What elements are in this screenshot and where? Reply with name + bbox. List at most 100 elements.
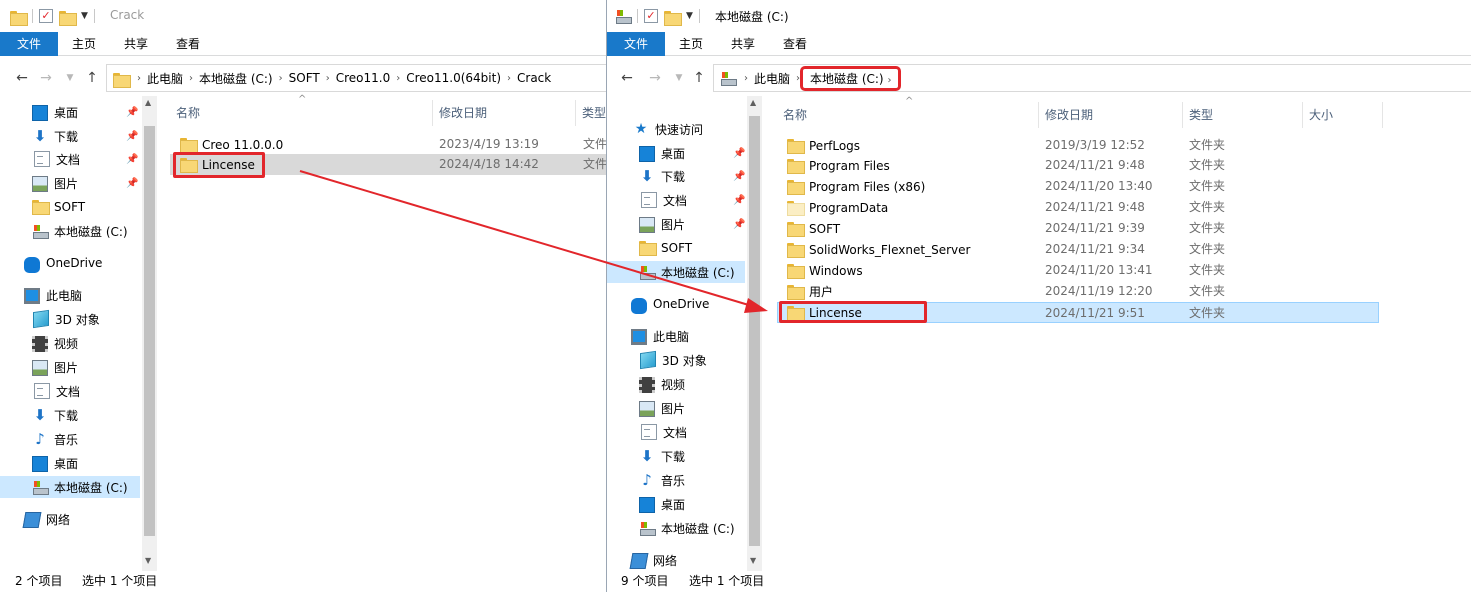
- back-arrow-icon[interactable]: ←: [619, 70, 635, 86]
- file-row[interactable]: 用户 2024/11/19 12:20 文件夹: [777, 281, 1379, 302]
- nav-scrollbar[interactable]: ▲ ▼: [142, 96, 157, 571]
- file-row-selected[interactable]: Lincense 2024/11/21 9:51 文件夹: [777, 302, 1379, 323]
- pin-icon[interactable]: 📌: [733, 148, 745, 159]
- nav-item-pictures[interactable]: 图片 📌: [639, 213, 745, 235]
- chevron-down-icon[interactable]: ▼: [686, 11, 693, 21]
- scroll-down-icon[interactable]: ▼: [145, 556, 151, 565]
- up-arrow-icon[interactable]: ↑: [84, 70, 100, 86]
- nav-item-soft[interactable]: SOFT: [639, 237, 692, 259]
- column-name[interactable]: 名称: [170, 100, 433, 126]
- nav-item-quick-access[interactable]: ★ 快速访问: [633, 118, 703, 140]
- nav-item-local-disk[interactable]: 本地磁盘 (C:): [32, 220, 128, 242]
- nav-item-documents[interactable]: 文档: [639, 421, 687, 443]
- file-row[interactable]: Program Files (x86) 2024/11/20 13:40 文件夹: [777, 176, 1379, 197]
- nav-scrollbar[interactable]: ▲ ▼: [747, 96, 762, 571]
- scroll-up-icon[interactable]: ▲: [145, 98, 151, 107]
- nav-item-documents[interactable]: 文档 📌: [32, 148, 140, 170]
- nav-item-videos[interactable]: 视频: [639, 373, 685, 395]
- nav-item-pictures[interactable]: 图片: [32, 356, 78, 378]
- scroll-up-icon[interactable]: ▲: [750, 98, 756, 107]
- tab-view[interactable]: 查看: [162, 32, 214, 56]
- nav-item-desktop[interactable]: 桌面 📌: [639, 142, 745, 164]
- nav-item-3d-objects[interactable]: 3D 对象: [639, 349, 707, 371]
- nav-item-network[interactable]: 网络: [22, 508, 70, 530]
- scrollbar-thumb[interactable]: [144, 126, 155, 536]
- column-type[interactable]: 类型: [1183, 102, 1303, 128]
- file-row[interactable]: Program Files 2024/11/21 9:48 文件夹: [777, 155, 1379, 176]
- nav-item-music[interactable]: ♪ 音乐: [32, 428, 78, 450]
- nav-item-network[interactable]: 网络: [629, 549, 677, 571]
- file-row[interactable]: Windows 2024/11/20 13:41 文件夹: [777, 260, 1379, 281]
- column-date[interactable]: 修改日期: [433, 100, 576, 126]
- pin-icon[interactable]: 📌: [126, 154, 138, 165]
- nav-item-downloads[interactable]: ⬇ 下载: [32, 404, 78, 426]
- pin-icon[interactable]: 📌: [126, 131, 138, 142]
- scrollbar-thumb[interactable]: [749, 116, 760, 546]
- new-folder-icon[interactable]: [664, 10, 682, 26]
- nav-item-documents[interactable]: 文档: [32, 380, 80, 402]
- tab-file[interactable]: 文件: [0, 32, 58, 56]
- file-row[interactable]: Creo 11.0.0.0 2023/4/19 13:19 文件: [170, 134, 606, 155]
- tab-share[interactable]: 共享: [717, 32, 769, 56]
- tab-file[interactable]: 文件: [607, 32, 665, 56]
- scroll-down-icon[interactable]: ▼: [750, 556, 756, 565]
- column-name[interactable]: 名称: [777, 102, 1039, 128]
- nav-item-3d-objects[interactable]: 3D 对象: [32, 308, 100, 330]
- nav-item-pictures[interactable]: 图片 📌: [32, 172, 140, 194]
- nav-item-this-pc[interactable]: 此电脑: [24, 284, 82, 306]
- properties-icon[interactable]: ✓: [39, 9, 53, 23]
- nav-item-local-disk-selected[interactable]: 本地磁盘 (C:): [0, 476, 140, 498]
- file-row[interactable]: SolidWorks_Flexnet_Server 2024/11/21 9:34…: [777, 239, 1379, 260]
- nav-item-videos[interactable]: 视频: [32, 332, 78, 354]
- breadcrumb-crack[interactable]: Crack: [511, 71, 557, 85]
- chevron-down-icon[interactable]: ▼: [81, 11, 88, 21]
- column-date[interactable]: 修改日期: [1039, 102, 1183, 128]
- back-arrow-icon[interactable]: ←: [14, 70, 30, 86]
- file-row-selected[interactable]: Lincense 2024/4/18 14:42 文件: [170, 154, 606, 175]
- recent-locations-chevron-icon[interactable]: ▼: [671, 70, 687, 86]
- nav-item-soft[interactable]: SOFT: [32, 196, 85, 218]
- pin-icon[interactable]: 📌: [126, 107, 138, 118]
- recent-locations-chevron-icon[interactable]: ▼: [62, 70, 78, 86]
- address-bar[interactable]: › 此电脑 › 本地磁盘 (C:) ›: [713, 64, 1471, 92]
- file-row[interactable]: PerfLogs 2019/3/19 12:52 文件夹: [777, 135, 1379, 156]
- new-folder-icon[interactable]: [59, 10, 77, 26]
- nav-item-desktop[interactable]: 桌面 📌: [32, 101, 140, 123]
- nav-item-this-pc[interactable]: 此电脑: [631, 325, 689, 347]
- nav-item-desktop[interactable]: 桌面: [639, 493, 685, 515]
- breadcrumb-creo11-64bit[interactable]: Creo11.0(64bit): [400, 71, 507, 85]
- file-row[interactable]: ProgramData 2024/11/21 9:48 文件夹: [777, 197, 1379, 218]
- nav-item-documents[interactable]: 文档 📌: [639, 189, 745, 211]
- properties-icon[interactable]: ✓: [644, 9, 658, 23]
- pin-icon[interactable]: 📌: [733, 219, 745, 230]
- breadcrumb-this-pc[interactable]: 此电脑: [141, 70, 189, 87]
- breadcrumb-local-disk[interactable]: 本地磁盘 (C:) ›: [799, 65, 902, 91]
- nav-item-pictures[interactable]: 图片: [639, 397, 685, 419]
- pin-icon[interactable]: 📌: [733, 171, 745, 182]
- nav-item-downloads[interactable]: ⬇ 下载 📌: [639, 165, 746, 187]
- nav-item-local-disk[interactable]: 本地磁盘 (C:): [639, 517, 735, 539]
- column-type[interactable]: 类型: [576, 100, 606, 126]
- forward-arrow-icon[interactable]: →: [647, 70, 663, 86]
- nav-item-desktop[interactable]: 桌面: [32, 452, 78, 474]
- nav-item-downloads[interactable]: ⬇ 下载 📌: [32, 125, 140, 147]
- pin-icon[interactable]: 📌: [126, 178, 138, 189]
- nav-item-onedrive[interactable]: OneDrive: [631, 293, 709, 315]
- tab-home[interactable]: 主页: [665, 32, 717, 56]
- nav-item-music[interactable]: ♪ 音乐: [639, 469, 685, 491]
- breadcrumb-this-pc[interactable]: 此电脑: [748, 70, 796, 87]
- column-size[interactable]: 大小: [1303, 102, 1383, 128]
- nav-item-downloads[interactable]: ⬇ 下载: [639, 445, 685, 467]
- breadcrumb-local-disk[interactable]: 本地磁盘 (C:): [193, 70, 279, 87]
- nav-item-onedrive[interactable]: OneDrive: [24, 252, 102, 274]
- forward-arrow-icon[interactable]: →: [38, 70, 54, 86]
- tab-home[interactable]: 主页: [58, 32, 110, 56]
- nav-item-local-disk-selected[interactable]: 本地磁盘 (C:): [607, 261, 745, 283]
- address-bar[interactable]: › 此电脑 › 本地磁盘 (C:) › SOFT › Creo11.0 › Cr…: [106, 64, 606, 92]
- up-arrow-icon[interactable]: ↑: [691, 70, 707, 86]
- breadcrumb-creo11[interactable]: Creo11.0: [330, 71, 397, 85]
- tab-share[interactable]: 共享: [110, 32, 162, 56]
- breadcrumb-soft[interactable]: SOFT: [283, 71, 326, 85]
- tab-view[interactable]: 查看: [769, 32, 821, 56]
- file-row[interactable]: SOFT 2024/11/21 9:39 文件夹: [777, 218, 1379, 239]
